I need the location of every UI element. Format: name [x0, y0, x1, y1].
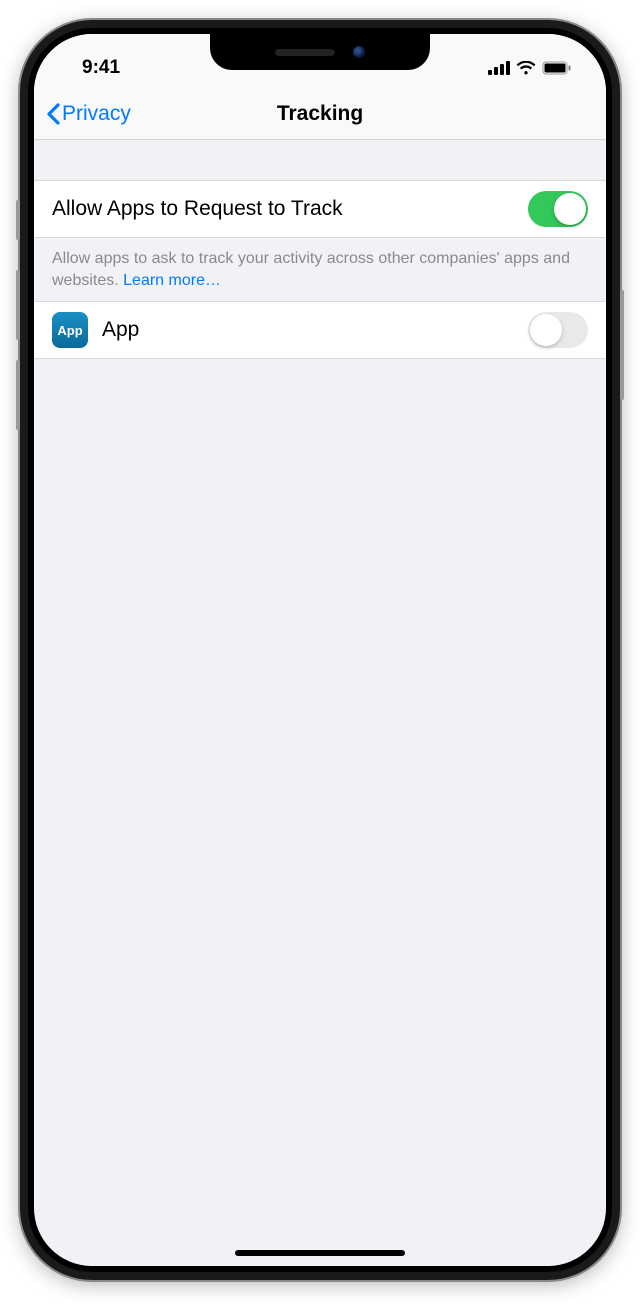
volume-down-button	[16, 360, 20, 430]
power-button	[620, 290, 624, 400]
toggle-knob	[554, 193, 586, 225]
notch	[210, 34, 430, 70]
content-area: Allow Apps to Request to Track Allow app…	[34, 140, 606, 359]
screen: 9:41	[34, 34, 606, 1266]
speaker-grille	[275, 49, 335, 56]
page-title: Tracking	[277, 102, 363, 126]
status-time: 9:41	[82, 57, 120, 79]
navigation-bar: Privacy Tracking	[34, 88, 606, 140]
back-button[interactable]: Privacy	[46, 102, 131, 126]
allow-tracking-label: Allow Apps to Request to Track	[52, 197, 343, 221]
learn-more-link[interactable]: Learn more…	[123, 272, 221, 289]
home-indicator[interactable]	[235, 1250, 405, 1256]
status-icons	[488, 61, 572, 75]
back-label: Privacy	[62, 102, 131, 126]
allow-tracking-row: Allow Apps to Request to Track	[34, 180, 606, 238]
silent-switch	[16, 200, 20, 240]
allow-tracking-footer: Allow apps to ask to track your activity…	[34, 238, 606, 301]
app-name-label: App	[102, 318, 139, 342]
allow-tracking-toggle[interactable]	[528, 191, 588, 227]
wifi-icon	[516, 61, 536, 75]
app-icon: App	[52, 312, 88, 348]
chevron-left-icon	[46, 103, 60, 125]
front-camera	[353, 46, 365, 58]
app-tracking-toggle[interactable]	[528, 312, 588, 348]
cellular-icon	[488, 61, 510, 75]
toggle-knob	[530, 314, 562, 346]
volume-up-button	[16, 270, 20, 340]
device-frame: 9:41	[20, 20, 620, 1280]
app-row: App App	[34, 301, 606, 359]
battery-icon	[542, 61, 572, 75]
